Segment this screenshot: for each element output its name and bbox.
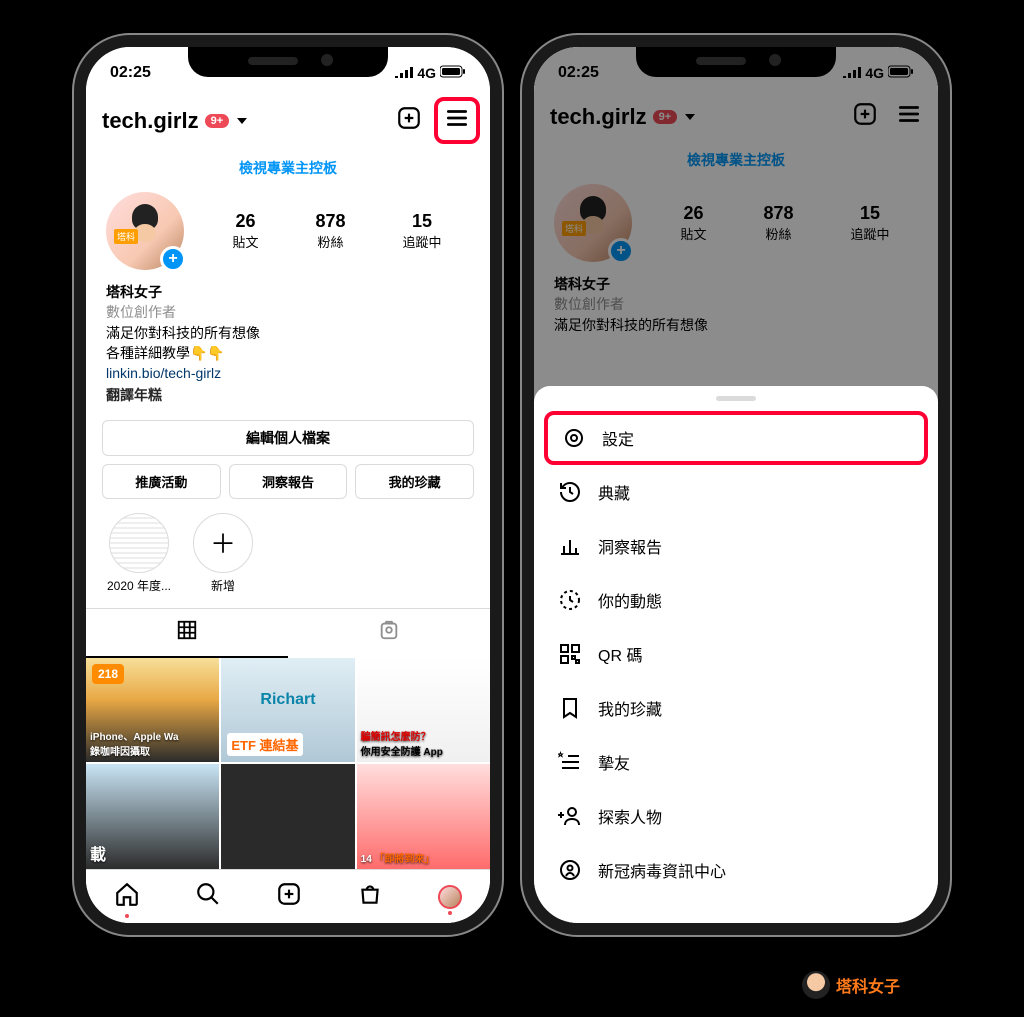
post-grid: 218 iPhone、Apple Wa錄咖啡因攝取 Richart ETF 連結… bbox=[86, 658, 490, 869]
insights-button[interactable]: 洞察報告 bbox=[229, 464, 348, 499]
avatar-badge: 塔科 bbox=[114, 229, 138, 244]
profile-header: tech.girlz 9+ bbox=[86, 91, 490, 150]
menu-covid[interactable]: 新冠病毒資訊中心 bbox=[534, 843, 938, 897]
highlight-item[interactable]: 2020 年度... bbox=[106, 513, 172, 594]
add-story-icon[interactable]: + bbox=[160, 246, 186, 272]
menu-close-friends[interactable]: 摯友 bbox=[534, 735, 938, 789]
bio-line1: 滿足你對科技的所有想像 bbox=[106, 323, 470, 343]
bio-translate[interactable]: 翻譯年糕 bbox=[106, 385, 470, 405]
nav-shop[interactable] bbox=[357, 881, 383, 912]
menu-archive[interactable]: 典藏 bbox=[534, 465, 938, 519]
watermark-text: 塔科女子 bbox=[836, 973, 900, 997]
stat-following[interactable]: 15 追蹤中 bbox=[402, 211, 441, 251]
menu-settings[interactable]: 設定 bbox=[544, 411, 928, 465]
bottom-nav bbox=[86, 869, 490, 923]
signal-icon bbox=[395, 65, 413, 81]
story-highlights: 2020 年度... ＋ 新增 bbox=[86, 499, 490, 602]
username-switcher[interactable]: tech.girlz 9+ bbox=[102, 108, 247, 134]
bio-name: 塔科女子 bbox=[106, 282, 470, 302]
post-thumbnail[interactable]: 騙簡訊怎麼防？你用安全防護 App bbox=[357, 658, 490, 763]
qr-icon bbox=[558, 642, 582, 666]
nav-search[interactable] bbox=[195, 881, 221, 912]
post-thumbnail[interactable] bbox=[221, 764, 354, 869]
menu-discover[interactable]: 探索人物 bbox=[534, 789, 938, 843]
edit-profile-button[interactable]: 編輯個人檔案 bbox=[102, 420, 474, 456]
watermark-avatar-icon bbox=[802, 971, 830, 999]
post-thumbnail[interactable]: 載 bbox=[86, 764, 219, 869]
phone-right: 02:25 4G tech.girlz 9+ bbox=[522, 35, 950, 935]
dashboard-link[interactable]: 檢視專業主控板 bbox=[86, 150, 490, 188]
post-thumbnail[interactable]: 218 iPhone、Apple Wa錄咖啡因攝取 bbox=[86, 658, 219, 763]
profile-avatar[interactable]: 塔科 + bbox=[106, 192, 184, 270]
highlight-add[interactable]: ＋ 新增 bbox=[190, 513, 256, 594]
person-add-icon bbox=[558, 804, 582, 828]
notification-badge: 9+ bbox=[205, 114, 230, 128]
profile-bio: 塔科女子 數位創作者 滿足你對科技的所有想像 各種詳細教學👇👇 linkin.b… bbox=[86, 282, 490, 406]
nav-create[interactable] bbox=[276, 881, 302, 912]
watermark: 塔科女子 bbox=[802, 971, 900, 999]
username-label: tech.girlz bbox=[102, 108, 199, 134]
notch bbox=[636, 47, 836, 77]
menu-sheet: 設定 典藏 洞察報告 bbox=[534, 386, 938, 923]
network-label: 4G bbox=[417, 65, 436, 81]
stat-followers[interactable]: 878 粉絲 bbox=[315, 211, 345, 251]
menu-saved[interactable]: 我的珍藏 bbox=[534, 681, 938, 735]
create-button[interactable] bbox=[396, 105, 422, 136]
bio-line2: 各種詳細教學👇👇 bbox=[106, 343, 470, 363]
nav-home[interactable] bbox=[114, 881, 140, 912]
info-icon bbox=[558, 858, 582, 882]
battery-icon bbox=[440, 65, 466, 81]
tab-grid[interactable] bbox=[86, 609, 288, 658]
post-thumbnail[interactable]: Richart ETF 連結基 bbox=[221, 658, 354, 763]
hamburger-menu-button[interactable] bbox=[434, 97, 480, 144]
promo-button[interactable]: 推廣活動 bbox=[102, 464, 221, 499]
menu-qr[interactable]: QR 碼 bbox=[534, 627, 938, 681]
status-time: 02:25 bbox=[110, 64, 151, 82]
bio-category: 數位創作者 bbox=[106, 302, 470, 322]
tab-tagged[interactable] bbox=[288, 609, 490, 658]
list-star-icon bbox=[558, 750, 582, 774]
stat-posts[interactable]: 26 貼文 bbox=[232, 211, 258, 251]
chart-icon bbox=[558, 534, 582, 558]
bio-link[interactable]: linkin.bio/tech-girlz bbox=[106, 363, 470, 383]
clock-icon bbox=[558, 588, 582, 612]
notch bbox=[188, 47, 388, 77]
menu-insights[interactable]: 洞察報告 bbox=[534, 519, 938, 573]
gear-icon bbox=[562, 426, 586, 450]
history-icon bbox=[558, 480, 582, 504]
saved-button[interactable]: 我的珍藏 bbox=[355, 464, 474, 499]
post-thumbnail[interactable]: 14 「即將到來」 bbox=[357, 764, 490, 869]
chevron-down-icon bbox=[237, 118, 247, 124]
phone-left: 02:25 4G tech.girlz 9+ bbox=[74, 35, 502, 935]
sheet-handle[interactable] bbox=[716, 396, 756, 401]
menu-activity[interactable]: 你的動態 bbox=[534, 573, 938, 627]
bookmark-icon bbox=[558, 696, 582, 720]
nav-profile[interactable] bbox=[438, 885, 462, 909]
